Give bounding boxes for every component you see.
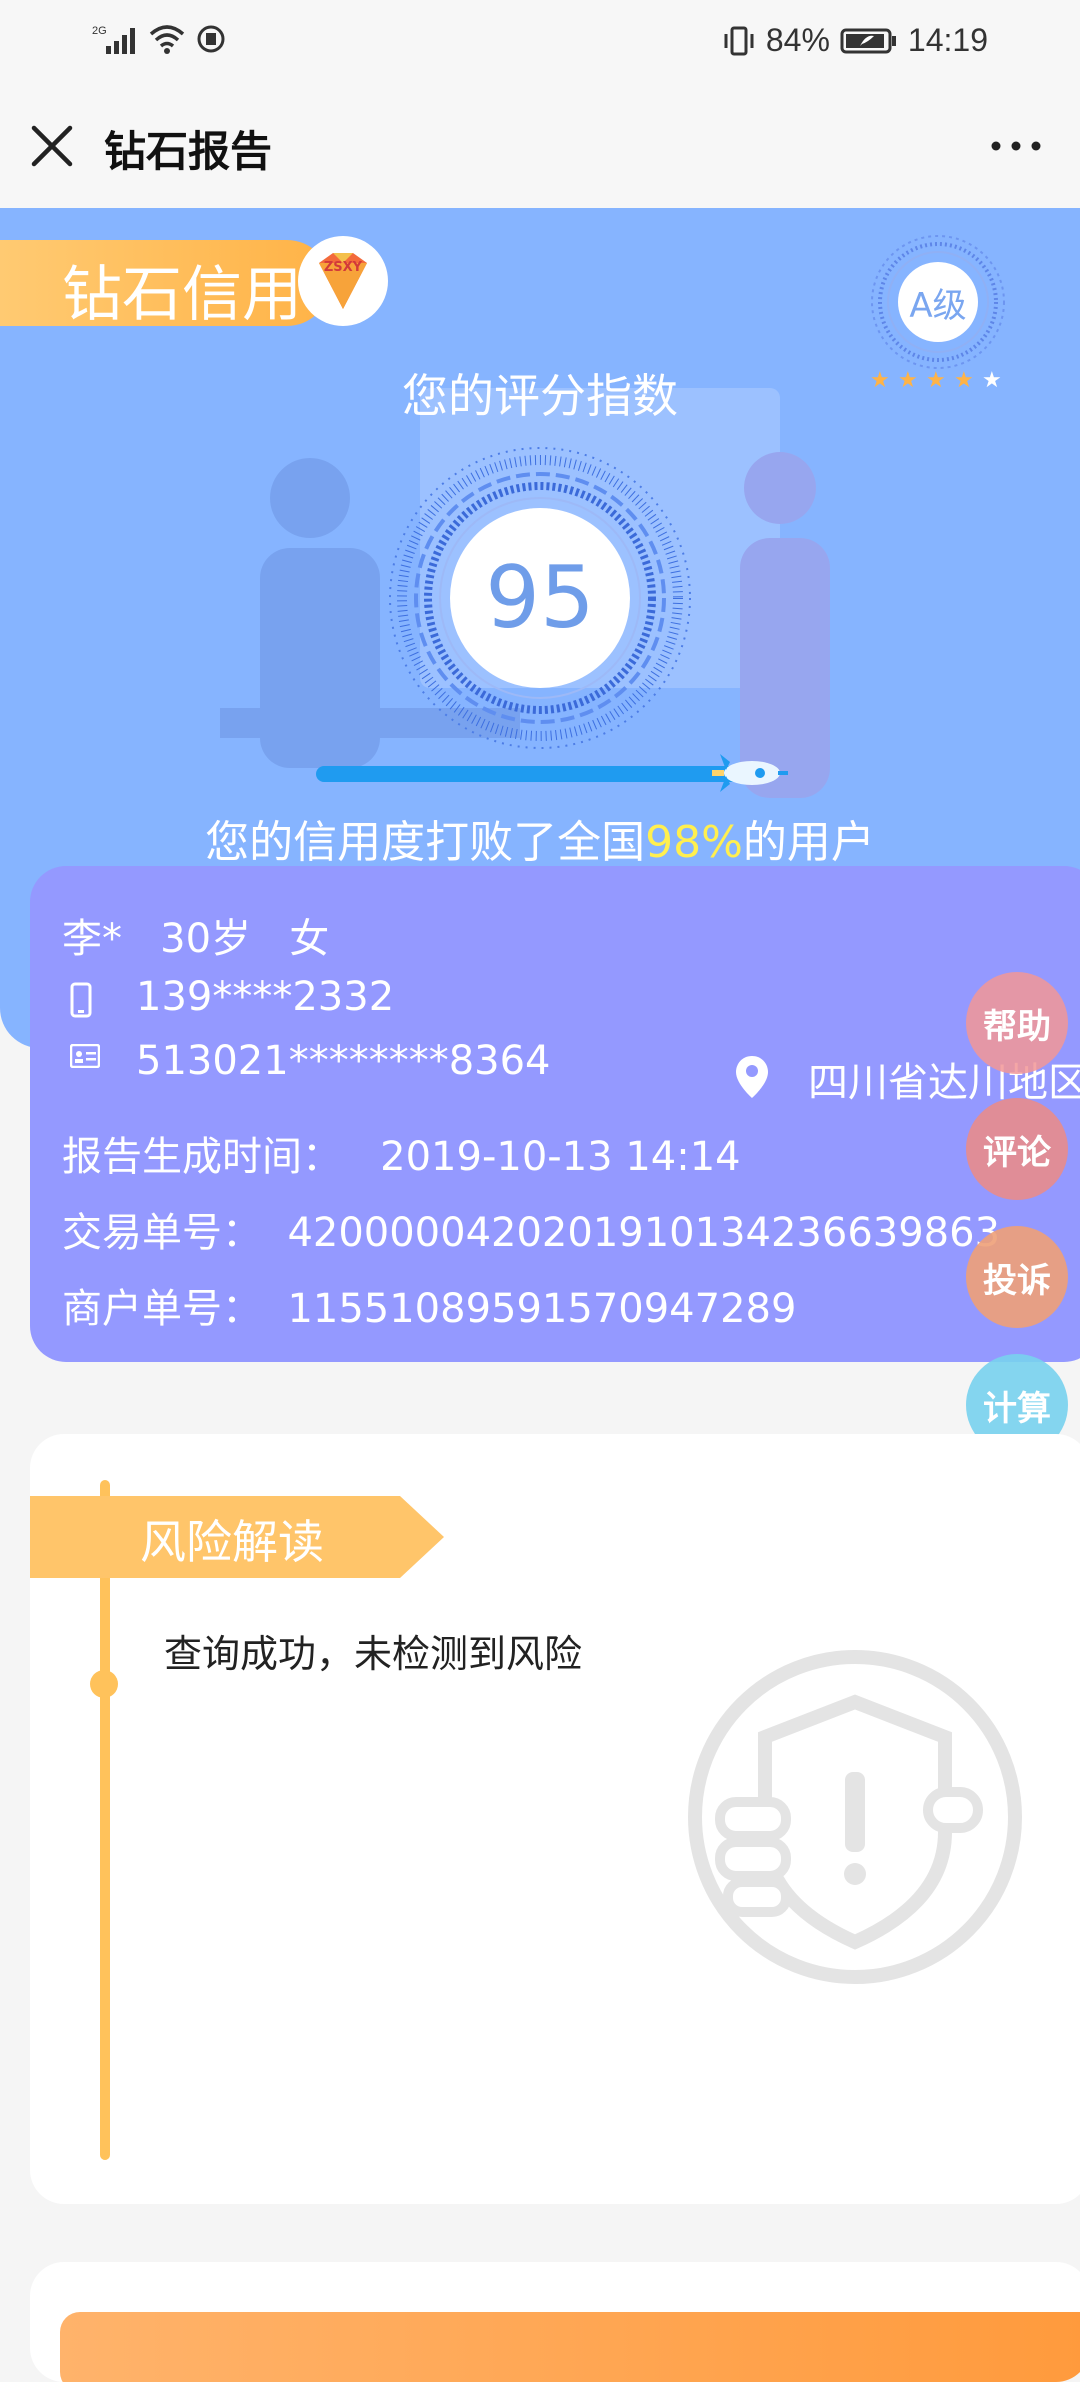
signal-icon: 2G [92,25,135,54]
merchant-no-value: 11551089591570947289 [287,1286,797,1332]
merchant-no-row: 商户单号： 11551089591570947289 [62,1276,796,1334]
title-bar: 钻石报告 [0,84,1080,210]
beat-progress-bar [316,766,764,782]
score-caption: 您的评分指数 [402,369,678,423]
score-value: 95 [450,508,630,688]
status-right: 84% 14:19 [722,22,988,59]
diamond-logo: ZSXY [298,236,388,326]
status-left: 2G [92,22,226,56]
comment-button[interactable]: 评论 [966,1098,1068,1200]
merchant-no-label: 商户单号： [62,1286,262,1332]
trade-no-value: 4200000420201910134236639863 [287,1210,1001,1256]
wifi-icon [149,25,185,54]
more-icon[interactable] [986,128,1046,164]
next-section-card [30,2262,1080,2382]
timeline-line [100,1480,110,2160]
diamond-icon: ZSXY [319,253,367,309]
complaint-button[interactable]: 投诉 [966,1226,1068,1328]
battery-icon [840,28,896,53]
beat-suffix: 的用户 [742,817,875,868]
profile-basic: 李* 30岁 女 [62,906,329,964]
profile-age: 30岁 [160,916,252,962]
report-time-row: 报告生成时间： 2019-10-13 14:14 [62,1124,741,1182]
risk-card: 风险解读 查询成功，未检测到风险 [30,1434,1080,2204]
profile-gender: 女 [289,916,330,962]
profile-card: 李* 30岁 女 139****2332 513021********8364 … [30,866,1080,1362]
trade-no-label: 交易单号： [62,1210,262,1256]
timeline-dot [90,1670,118,1698]
location-pin-icon [736,1056,768,1098]
close-icon[interactable] [28,122,76,170]
network-type: 2G [92,25,107,37]
help-button[interactable]: 帮助 [966,972,1068,1074]
beat-statement: 您的信用度打败了全国98%的用户 [0,806,1080,870]
brand-title: 钻石信用 [62,260,302,330]
beat-prefix: 您的信用度打败了全国 [205,817,646,868]
profile-phone: 139****2332 [136,974,395,1020]
report-time-value: 2019-10-13 14:14 [380,1134,741,1180]
risk-title: 风险解读 [140,1515,324,1569]
shield-watermark-icon [688,1650,1022,1984]
page-title: 钻石报告 [104,127,273,176]
app-notification-icon [197,25,225,53]
profile-name: 李* [62,916,122,962]
battery-percent: 84% [765,22,830,58]
grade-badge: A级 [898,262,978,342]
risk-message: 查询成功，未检测到风险 [164,1632,583,1676]
phone-icon [70,982,92,1018]
report-time-label: 报告生成时间： [62,1134,342,1180]
vibrate-icon [724,26,754,55]
rocket-icon [712,754,788,792]
beat-percent: 98% [645,817,743,868]
trade-no-row: 交易单号： 4200000420201910134236639863 [62,1200,1000,1258]
next-section-header [60,2312,1080,2382]
profile-id-number: 513021********8364 [136,1038,551,1084]
logo-text: ZSXY [324,260,363,275]
id-card-icon [70,1044,100,1068]
status-bar: 2G 84% 14:19 [0,0,1080,84]
clock: 14:19 [907,22,988,58]
